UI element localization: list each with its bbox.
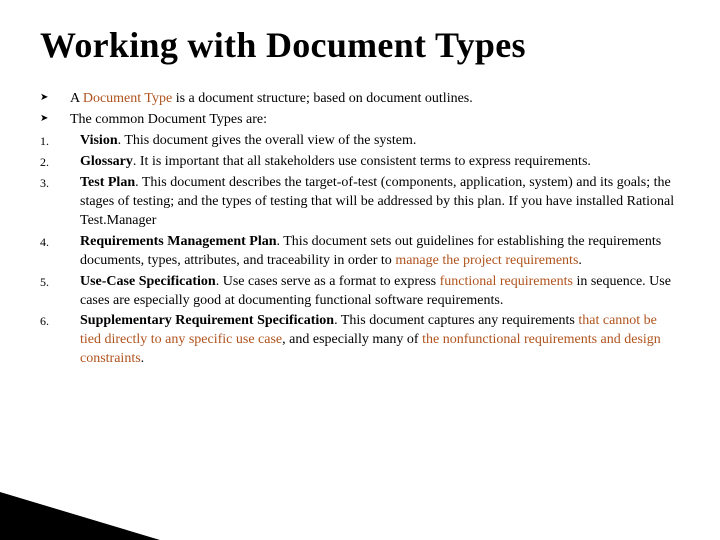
triangle-black-icon <box>0 480 260 540</box>
list-number: 3. <box>40 174 70 231</box>
item-tail-a: . This document captures any requirement… <box>334 313 578 328</box>
item-head: Vision <box>80 133 118 148</box>
list-body: Test Plan. This document describes the t… <box>70 174 680 231</box>
item-head: Requirements Management Plan <box>80 234 277 249</box>
list-body: Use-Case Specification. Use cases serve … <box>70 273 680 311</box>
list-number: 1. <box>40 132 70 151</box>
item-tail-b: . <box>141 351 145 366</box>
slide: Working with Document Types ➤ A Document… <box>0 0 720 540</box>
item-tail-a: . Use cases serve as a format to express <box>216 274 440 289</box>
link-document-type[interactable]: Document Type <box>83 91 172 106</box>
page-title: Working with Document Types <box>40 24 680 66</box>
list-item: 6. Supplementary Requirement Specificati… <box>40 312 680 369</box>
list-number: 4. <box>40 233 70 271</box>
item-tail: . This document gives the overall view o… <box>118 133 417 148</box>
list-item: 2. Glossary. It is important that all st… <box>40 153 680 172</box>
arrow-icon: ➤ <box>40 90 70 109</box>
bullet-row-intro1: ➤ A Document Type is a document structur… <box>40 90 680 109</box>
corner-decoration <box>0 430 300 540</box>
list-body: Glossary. It is important that all stake… <box>70 153 680 172</box>
bullet-row-intro2: ➤ The common Document Types are: <box>40 111 680 130</box>
list-number: 5. <box>40 273 70 311</box>
item-mid: , and especially many of <box>282 332 422 347</box>
list-body: Requirements Management Plan. This docum… <box>70 233 680 271</box>
content: ➤ A Document Type is a document structur… <box>40 90 680 369</box>
item-head: Glossary <box>80 154 133 169</box>
item-tail-b: . <box>578 253 582 268</box>
intro-line-1: A Document Type is a document structure;… <box>70 90 680 109</box>
list-item: 3. Test Plan. This document describes th… <box>40 174 680 231</box>
text: is a document structure; based on docume… <box>172 91 473 106</box>
item-tail: . This document describes the target-of-… <box>80 175 674 228</box>
text: A <box>70 91 83 106</box>
list-number: 6. <box>40 312 70 369</box>
link-manage-requirements[interactable]: manage the project requirements <box>395 253 578 268</box>
item-head: Supplementary Requirement Specification <box>80 313 334 328</box>
list-number: 2. <box>40 153 70 172</box>
arrow-icon: ➤ <box>40 111 70 130</box>
intro-line-2: The common Document Types are: <box>70 111 680 130</box>
list-item: 4. Requirements Management Plan. This do… <box>40 233 680 271</box>
list-body: Supplementary Requirement Specification.… <box>70 312 680 369</box>
link-functional-requirements[interactable]: functional requirements <box>440 274 573 289</box>
list-item: 1. Vision. This document gives the overa… <box>40 132 680 151</box>
item-tail: . It is important that all stakeholders … <box>133 154 591 169</box>
list-item: 5. Use-Case Specification. Use cases ser… <box>40 273 680 311</box>
triangle-red-icon <box>0 498 300 540</box>
item-head: Use-Case Specification <box>80 274 216 289</box>
item-head: Test Plan <box>80 175 135 190</box>
list-body: Vision. This document gives the overall … <box>70 132 680 151</box>
